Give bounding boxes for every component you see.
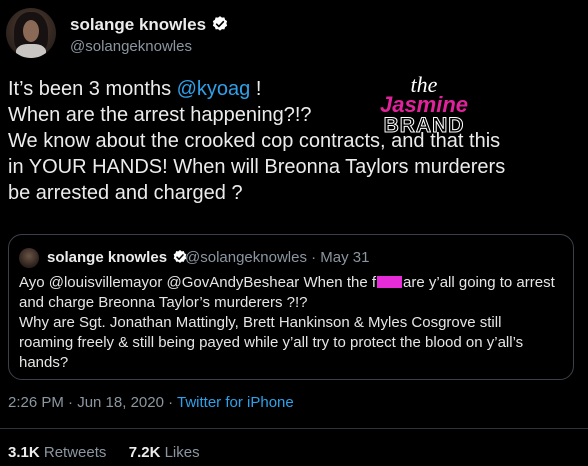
- mention-link[interactable]: @kyoag: [177, 78, 251, 100]
- likes-stat[interactable]: 7.2K Likes: [129, 444, 200, 461]
- tweet-card: solange knowles @solangeknowles It’s bee…: [0, 0, 588, 466]
- divider: [0, 428, 588, 429]
- timestamp-text[interactable]: 2:26 PM · Jun 18, 2020 ·: [8, 394, 177, 411]
- quoted-line-3: Why are Sgt. Jonathan Mattingly, Brett H…: [19, 314, 502, 331]
- quoted-tweet-text: Ayo @louisvillemayor @GovAndyBeshear Whe…: [19, 273, 567, 373]
- tweet-text: It’s been 3 months @kyoag ! When are the…: [8, 76, 568, 206]
- engagement-stats: 3.1K Retweets 7.2K Likes: [8, 444, 200, 461]
- retweets-stat[interactable]: 3.1K Retweets: [8, 444, 106, 461]
- watermark-bottom: BRAND: [383, 114, 465, 138]
- tweet-line-2: When are the arrest happening?!?: [8, 104, 312, 126]
- quoted-author-name: solange knowles: [47, 249, 188, 269]
- verified-badge-icon: [211, 15, 229, 38]
- author-name[interactable]: solange knowles: [70, 15, 229, 38]
- quoted-line-2: and charge Breonna Taylor’s murderers ?!…: [19, 294, 308, 311]
- quoted-line-5: hands?: [19, 354, 69, 371]
- tweet-line-1: It’s been 3 months @kyoag !: [8, 78, 262, 100]
- censor-bar: [377, 276, 403, 288]
- author-name-text[interactable]: solange knowles: [70, 15, 206, 34]
- author-handle[interactable]: @solangeknowles: [70, 38, 192, 55]
- tweet-header: solange knowles @solangeknowles: [6, 8, 406, 58]
- quoted-tweet[interactable]: solange knowles @solangeknowles · May 31…: [8, 234, 574, 380]
- quoted-handle-date: @solangeknowles · May 31: [185, 249, 370, 266]
- quoted-line-4: roaming freely & still being payed while…: [19, 334, 524, 351]
- retweets-count: 3.1K: [8, 444, 40, 461]
- quoted-avatar: [19, 248, 39, 268]
- tweet-line-3: We know about the crooked cop contracts,…: [8, 130, 501, 152]
- quoted-line-1: Ayo @louisvillemayor @GovAndyBeshear Whe…: [19, 274, 555, 291]
- retweets-label: Retweets: [43, 444, 107, 461]
- likes-label: Likes: [164, 444, 200, 461]
- source-link[interactable]: Twitter for iPhone: [177, 394, 294, 411]
- tweet-timestamp: 2:26 PM · Jun 18, 2020 · Twitter for iPh…: [8, 394, 294, 411]
- tweet-line-4: in YOUR HANDS! When will Breonna Taylors…: [8, 156, 506, 178]
- watermark-logo: the Jasmine BRAND: [368, 74, 480, 140]
- likes-count: 7.2K: [128, 444, 161, 461]
- avatar[interactable]: [6, 8, 56, 58]
- tweet-line-5: be arrested and charged ?: [8, 182, 243, 204]
